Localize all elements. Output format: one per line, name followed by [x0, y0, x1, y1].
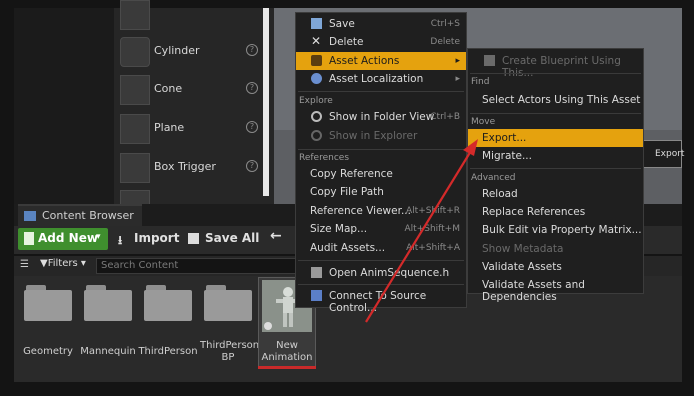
annotation-arrow	[365, 139, 478, 323]
